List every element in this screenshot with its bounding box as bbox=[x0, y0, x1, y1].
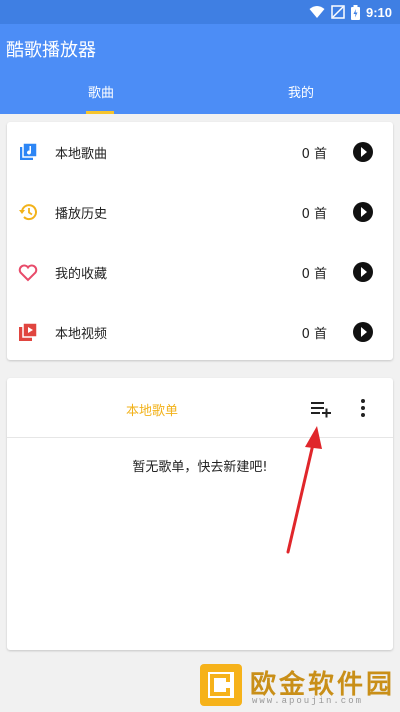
playlist-card: 本地歌单 暂无歌单，快去新建吧! bbox=[7, 378, 393, 650]
play-button[interactable] bbox=[353, 202, 373, 222]
heart-icon bbox=[18, 264, 38, 282]
empty-playlist-message: 暂无歌单，快去新建吧! bbox=[132, 460, 268, 475]
divider bbox=[7, 437, 393, 438]
menu-item-local-videos[interactable]: 本地视频 0 首 bbox=[7, 302, 393, 362]
more-options-icon[interactable] bbox=[353, 396, 373, 420]
app-title: 酷歌播放器 bbox=[6, 40, 96, 61]
watermark-logo bbox=[200, 664, 242, 706]
menu-item-favorites[interactable]: 我的收藏 0 首 bbox=[7, 242, 393, 302]
tab-songs[interactable]: 歌曲 bbox=[86, 82, 116, 114]
signal-icon bbox=[331, 5, 345, 19]
menu-item-count: 0 首 bbox=[301, 326, 327, 342]
menu-item-label: 播放历史 bbox=[55, 206, 108, 222]
active-tab-indicator bbox=[86, 111, 114, 114]
play-button[interactable] bbox=[353, 262, 373, 282]
menu-item-local-songs[interactable]: 本地歌曲 0 首 bbox=[7, 122, 393, 182]
menu-item-label: 本地歌曲 bbox=[55, 146, 108, 162]
menu-item-count: 0 首 bbox=[301, 146, 327, 162]
battery-icon bbox=[350, 4, 360, 20]
status-icons: 9:10 bbox=[309, 3, 392, 21]
watermark-url: www.apoujin.com bbox=[252, 696, 364, 706]
watermark: 欧金软件园 www.apoujin.com bbox=[198, 662, 400, 712]
play-button[interactable] bbox=[353, 322, 373, 342]
app-bar: 酷歌播放器 歌曲 我的 bbox=[0, 24, 400, 114]
music-library-icon bbox=[20, 142, 38, 160]
menu-item-label: 本地视频 bbox=[55, 326, 108, 342]
add-playlist-icon[interactable] bbox=[309, 396, 335, 420]
history-icon bbox=[19, 204, 37, 221]
menu-item-count: 0 首 bbox=[301, 266, 327, 282]
menu-item-history[interactable]: 播放历史 0 首 bbox=[7, 182, 393, 242]
status-time: 9:10 bbox=[365, 4, 392, 20]
play-button[interactable] bbox=[353, 142, 373, 162]
wifi-icon bbox=[309, 6, 325, 18]
tab-mine[interactable]: 我的 bbox=[286, 82, 316, 114]
status-bar: 9:10 bbox=[0, 0, 400, 24]
library-menu-card: 本地歌曲 0 首 播放历史 0 首 我的收藏 0 首 本地视频 0 首 bbox=[7, 122, 393, 360]
video-icon bbox=[19, 322, 38, 341]
playlist-title[interactable]: 本地歌单 bbox=[126, 400, 178, 419]
menu-item-label: 我的收藏 bbox=[55, 266, 108, 282]
menu-item-count: 0 首 bbox=[301, 206, 327, 222]
